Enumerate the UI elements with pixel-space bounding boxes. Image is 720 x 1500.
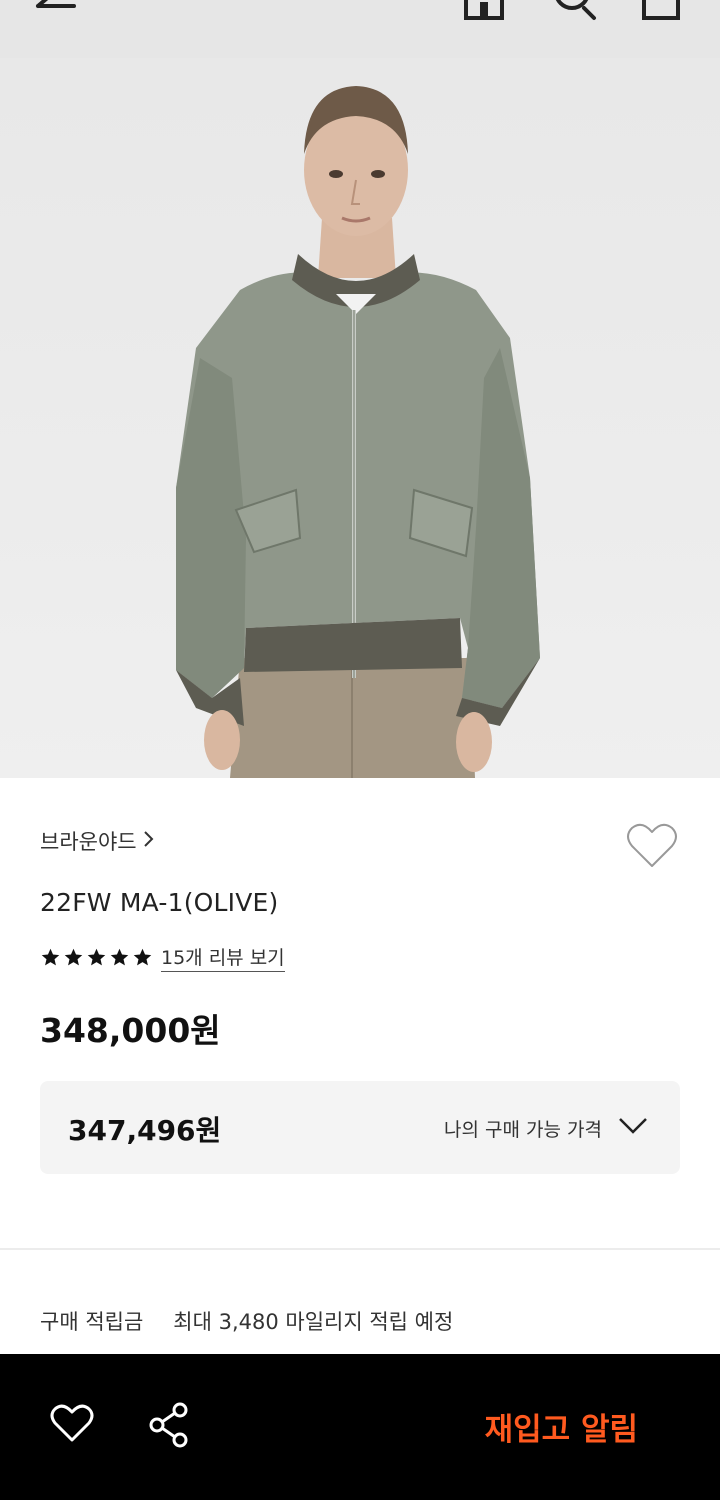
brand-name: 브라운야드 [40, 830, 137, 854]
brand-link[interactable]: 브라운야드 [40, 826, 155, 856]
points-value: 최대 3,480 마일리지 적립 예정 [173, 1310, 454, 1334]
restock-alert-button[interactable]: 재입고 알림 [485, 1404, 638, 1449]
chevron-down-icon [618, 1116, 648, 1140]
share-icon[interactable] [148, 1402, 190, 1452]
home-icon[interactable] [462, 0, 506, 26]
product-image[interactable] [0, 58, 720, 778]
review-link[interactable]: 15개 리뷰 보기 [161, 943, 285, 972]
wishlist-heart-icon[interactable] [626, 822, 678, 874]
product-price: 348,000원 [40, 1011, 221, 1050]
points-label: 구매 적립금 [40, 1310, 144, 1334]
rating-row: 15개 리뷰 보기 [40, 943, 285, 972]
product-name: 22FW MA-1(OLIVE) [40, 888, 279, 917]
section-divider [0, 1248, 720, 1250]
star-icon [110, 948, 129, 966]
star-icon [133, 948, 152, 966]
chevron-right-icon [143, 829, 155, 854]
top-nav-bar [0, 0, 720, 58]
bottom-action-bar: 재입고 알림 [0, 1354, 720, 1500]
search-icon[interactable] [552, 0, 600, 26]
points-row: 구매 적립금 최대 3,480 마일리지 적립 예정 [40, 1306, 453, 1336]
rating-stars [40, 947, 153, 968]
back-arrow-icon[interactable] [34, 0, 82, 26]
star-icon [64, 948, 83, 966]
my-price-label: 나의 구매 가능 가격 [444, 1119, 602, 1141]
my-price-value: 347,496원 [68, 1114, 222, 1147]
my-price-dropdown[interactable]: 347,496원 나의 구매 가능 가격 [40, 1081, 680, 1174]
star-icon [87, 948, 106, 966]
star-icon [41, 948, 60, 966]
cart-icon[interactable] [640, 0, 684, 26]
wishlist-heart-icon[interactable] [50, 1403, 94, 1447]
